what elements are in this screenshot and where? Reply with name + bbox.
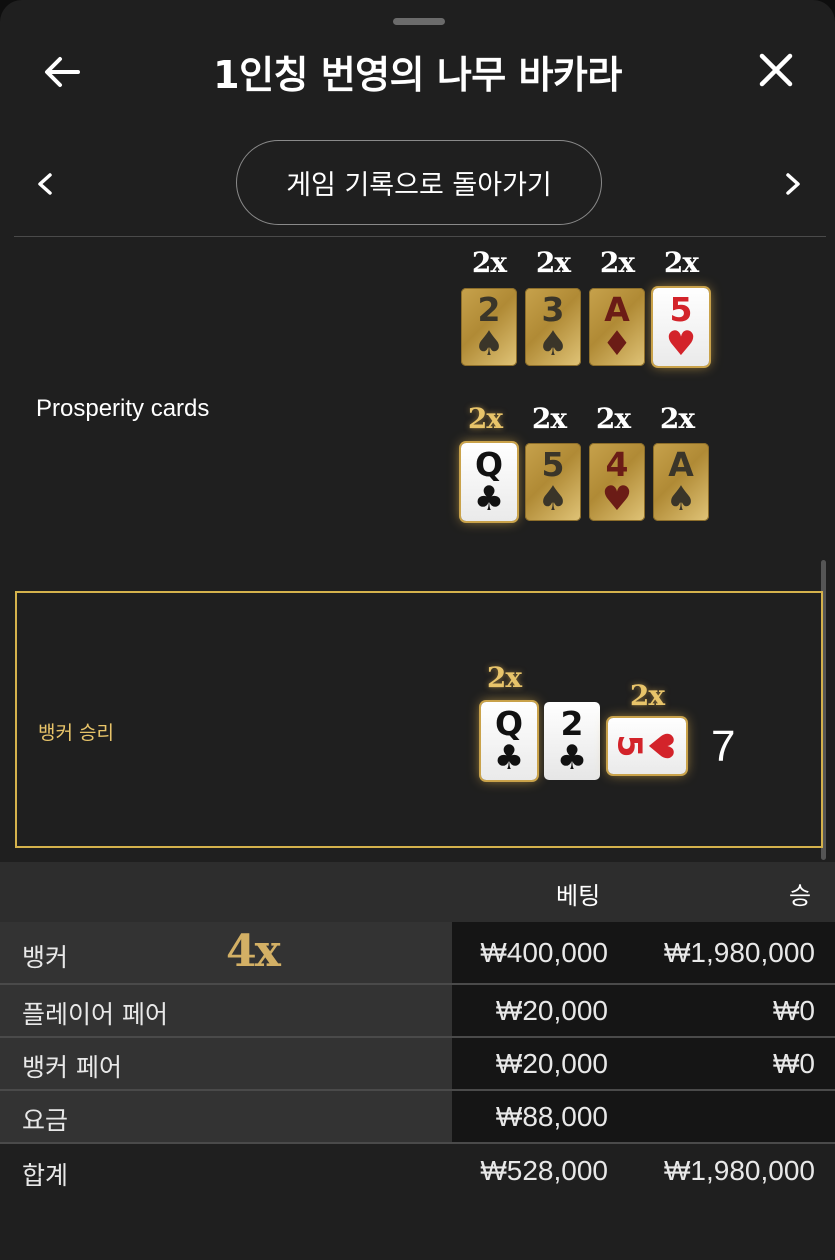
prosperity-multiplier: 2x (471, 246, 507, 279)
bet-amount: ₩20,000 (495, 995, 608, 1026)
prosperity-multiplier: 2x (659, 402, 695, 435)
result-card-multiplier: 2x (629, 679, 665, 712)
prosperity-card-highlighted: Q ♣ (461, 443, 517, 521)
result-card-multiplier: 2x (486, 661, 522, 694)
prosperity-multiplier: 2x (599, 246, 635, 279)
chevron-right-icon[interactable] (774, 166, 810, 202)
prosperity-card: 4 ♥ (589, 443, 645, 521)
win-amount: ₩0 (773, 1048, 815, 1079)
page-title: 1인칭 번영의 나무 바카라 (213, 53, 622, 97)
bet-name: 뱅커 페어 (22, 1053, 122, 1082)
total-bet: ₩528,000 (480, 1155, 608, 1186)
total-win: ₩1,980,000 (664, 1155, 815, 1186)
bet-amount: ₩20,000 (495, 1048, 608, 1079)
bet-amount: ₩88,000 (495, 1101, 608, 1132)
back-arrow-icon[interactable] (38, 48, 86, 96)
prosperity-cards-label: Prosperity cards (36, 395, 210, 422)
win-amount: ₩1,980,000 (664, 937, 815, 968)
close-icon[interactable] (752, 46, 800, 94)
banker-card: 2 ♣ (544, 702, 600, 780)
table-total-row: 합계 ₩528,000 ₩1,980,000 (0, 1144, 835, 1260)
prosperity-card: A ♠ (653, 443, 709, 521)
win-amount: ₩0 (773, 995, 815, 1026)
banker-card: Q ♣ (481, 702, 537, 780)
result-label: 뱅커 승리 (38, 722, 114, 744)
prosperity-multiplier: 2x (595, 402, 631, 435)
column-header-win: 승 (789, 882, 812, 910)
prosperity-multiplier: 2x (535, 246, 571, 279)
column-header-bet: 베팅 (556, 882, 601, 910)
bet-amount: ₩400,000 (480, 937, 608, 968)
table-row: 뱅커 페어 ₩20,000 ₩0 (0, 1038, 835, 1091)
table-row: 요금 ₩88,000 (0, 1091, 835, 1144)
prosperity-multiplier: 2x (531, 402, 567, 435)
prosperity-card: 5 ♠ (525, 443, 581, 521)
header: 1인칭 번영의 나무 바카라 (0, 30, 835, 110)
bet-name: 뱅커 (22, 943, 69, 972)
divider (14, 236, 826, 237)
total-label: 합계 (22, 1161, 69, 1190)
bet-name: 요금 (22, 1106, 69, 1135)
round-navigation: 게임 기록으로 돌아가기 (0, 140, 835, 226)
prosperity-card: A ♦ (589, 288, 645, 366)
table-row: 뱅커 4x ₩400,000 ₩1,980,000 (0, 922, 835, 985)
chevron-left-icon[interactable] (28, 166, 64, 202)
prosperity-card: 2 ♠ (461, 288, 517, 366)
back-to-history-button[interactable]: 게임 기록으로 돌아가기 (236, 140, 602, 225)
bet-name: 플레이어 페어 (22, 1000, 168, 1029)
prosperity-card-highlighted: 5 ♥ (653, 288, 709, 366)
history-sheet: 1인칭 번영의 나무 바카라 게임 기록으로 돌아가기 Prosperity c… (0, 0, 835, 1260)
table-header: 베팅 승 (0, 862, 835, 922)
prosperity-multiplier: 2x (663, 246, 699, 279)
banker-card-third: 5 ♥ (608, 718, 686, 774)
banker-score: 7 (711, 722, 736, 771)
prosperity-multiplier-active: 2x (467, 402, 503, 435)
table-row: 플레이어 페어 ₩20,000 ₩0 (0, 985, 835, 1038)
banker-result-panel (15, 591, 823, 848)
drag-handle[interactable] (393, 18, 445, 25)
prosperity-card: 3 ♠ (525, 288, 581, 366)
banker-multiplier: 4x (226, 926, 281, 977)
